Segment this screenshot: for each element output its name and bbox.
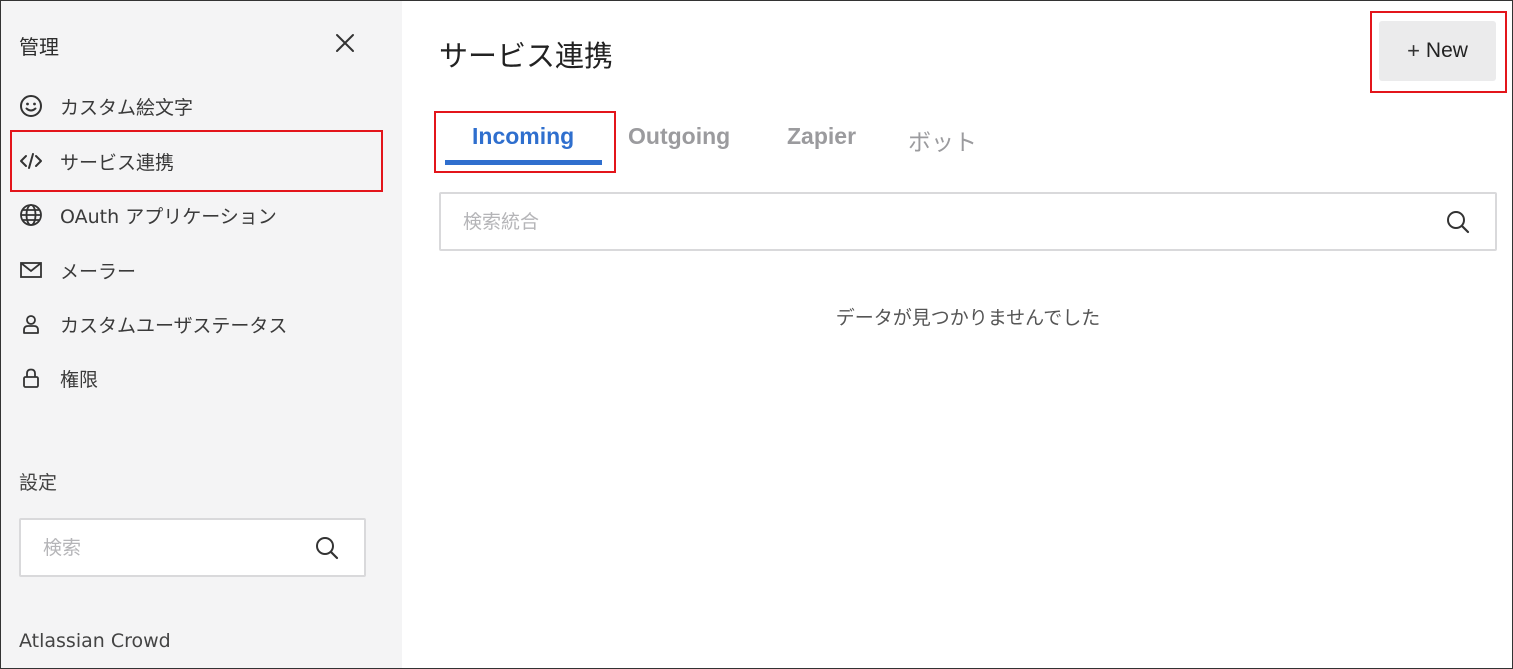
sidebar-item-label: 権限 (60, 368, 99, 391)
sidebar-item-label: メーラー (60, 260, 137, 283)
smiley-icon (19, 94, 43, 118)
app-window: 管理 カスタム絵文字 サービス連携 OAuth アプリケーション メーラー カス… (0, 0, 1513, 669)
globe-icon (19, 203, 43, 227)
integration-search-input[interactable] (441, 209, 1445, 234)
integration-search (439, 192, 1497, 251)
sidebar-item-label: カスタムユーザステータス (60, 314, 288, 337)
sidebar-item-label: カスタム絵文字 (60, 96, 194, 119)
sidebar-item-label: OAuth アプリケーション (60, 205, 277, 228)
sidebar-item-custom-emoji[interactable]: カスタム絵文字 (19, 86, 193, 126)
sidebar-item-oauth[interactable]: OAuth アプリケーション (19, 195, 277, 235)
sidebar-item-atlassian-crowd[interactable]: Atlassian Crowd (19, 630, 171, 652)
highlight-box-sidebar (10, 130, 383, 192)
sidebar-search (19, 518, 366, 577)
search-icon[interactable] (314, 535, 340, 561)
user-icon (19, 312, 43, 336)
tab-bot[interactable]: ボット (908, 123, 977, 159)
sidebar-item-custom-user-status[interactable]: カスタムユーザステータス (19, 304, 287, 344)
search-icon[interactable] (1445, 209, 1471, 235)
tab-outgoing[interactable]: Outgoing (628, 123, 730, 159)
sidebar-item-permissions[interactable]: 権限 (19, 358, 98, 398)
close-icon[interactable] (333, 31, 357, 55)
sidebar-item-mailer[interactable]: メーラー (19, 250, 136, 290)
settings-section-label: 設定 (19, 472, 58, 494)
sidebar-title: 管理 (19, 35, 59, 59)
sidebar: 管理 カスタム絵文字 サービス連携 OAuth アプリケーション メーラー カス… (1, 1, 402, 668)
empty-state-message: データが見つかりませんでした (835, 307, 1101, 329)
sidebar-search-input[interactable] (21, 535, 314, 560)
lock-icon (19, 366, 43, 390)
mail-icon (19, 258, 43, 282)
page-title: サービス連携 (439, 39, 614, 73)
tab-zapier[interactable]: Zapier (787, 123, 856, 159)
highlight-box-tab (434, 111, 616, 173)
highlight-box-new (1370, 11, 1507, 93)
